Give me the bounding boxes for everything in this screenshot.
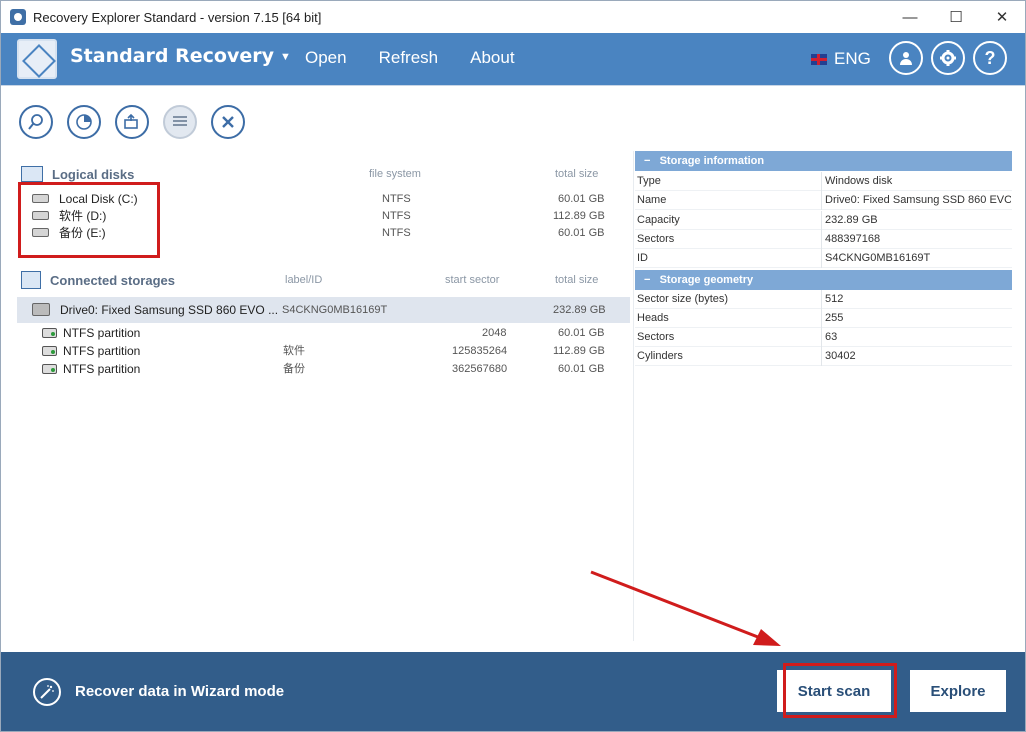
col-total-size: total size [555, 168, 599, 180]
col-total-size: total size [555, 274, 599, 286]
explore-button[interactable]: Explore [910, 670, 1006, 712]
col-label-id: label/ID [285, 274, 323, 286]
partition-size: 112.89 GB [553, 345, 605, 357]
toolbar [1, 85, 1025, 145]
storage-information-header[interactable]: − Storage information [635, 151, 1012, 171]
disk-size: 60.01 GB [558, 193, 605, 205]
partition-size: 60.01 GB [558, 363, 605, 375]
partition-name: NTFS partition [63, 344, 141, 358]
nav-refresh[interactable]: Refresh [379, 48, 439, 68]
partition-name: NTFS partition [63, 326, 141, 340]
partition-label: 备份 [283, 363, 305, 375]
pie-chart-icon[interactable] [67, 105, 101, 139]
disk-size: 60.01 GB [558, 227, 605, 239]
logo-icon [17, 39, 57, 79]
partition-row[interactable]: NTFS partition [42, 342, 140, 360]
close-icon[interactable] [211, 105, 245, 139]
partition-size: 60.01 GB [558, 327, 605, 339]
search-icon[interactable] [19, 105, 53, 139]
list-icon[interactable] [163, 105, 197, 139]
close-icon[interactable]: ✕ [979, 1, 1025, 33]
scan-icon[interactable] [115, 105, 149, 139]
monitor-icon [21, 166, 43, 182]
property-row: Type Windows disk [635, 172, 1012, 191]
language-label: ENG [834, 49, 871, 68]
window-title: Recovery Explorer Standard - version 7.1… [33, 9, 322, 25]
property-row: Sectors 488397168 [635, 230, 1012, 249]
partition-start-sector: 362567680 [452, 363, 508, 375]
property-row: Sectors 63 [635, 328, 1012, 347]
gear-icon[interactable] [931, 41, 965, 75]
partition-icon [42, 327, 57, 338]
connected-storages-header: Connected storages [21, 271, 175, 289]
property-row: Cylinders 30402 [635, 347, 1012, 366]
disk-fs: NTFS [382, 210, 411, 222]
disk-size: 112.89 GB [553, 210, 605, 222]
brand-title: Standard Recovery [70, 45, 274, 67]
drive-id: S4CKNG0MB16169T [282, 304, 388, 316]
help-icon[interactable]: ? [973, 41, 1007, 75]
main-nav: Open Refresh About [305, 48, 515, 68]
minimize-icon[interactable]: — [887, 1, 933, 33]
title-bar: Recovery Explorer Standard - version 7.1… [1, 1, 1025, 33]
partition-icon [42, 363, 57, 374]
property-row: Capacity 232.89 GB [635, 211, 1012, 230]
col-file-system: file system [369, 168, 421, 180]
drive-item[interactable]: Drive0: Fixed Samsung SSD 860 EVO ... [32, 301, 278, 319]
nav-open[interactable]: Open [305, 48, 347, 68]
storage-geometry-header[interactable]: − Storage geometry [635, 270, 1012, 290]
properties-panel: − Storage information Type Windows disk N… [633, 151, 1012, 641]
connected-storages-title: Connected storages [50, 272, 175, 288]
app-window: Recovery Explorer Standard - version 7.1… [0, 0, 1026, 732]
window-controls: — ☐ ✕ [887, 1, 1025, 33]
partition-start-sector: 125835264 [452, 345, 508, 357]
maximize-icon[interactable]: ☐ [933, 1, 979, 33]
drive-name: Drive0: Fixed Samsung SSD 860 EVO ... [60, 303, 279, 317]
property-row: ID S4CKNG0MB16169T [635, 249, 1012, 268]
partition-row[interactable]: NTFS partition [42, 324, 140, 342]
user-icon[interactable] [889, 41, 923, 75]
partition-row[interactable]: NTFS partition [42, 360, 140, 378]
partition-name: NTFS partition [63, 362, 141, 376]
property-row: Sector size (bytes) 512 [635, 290, 1012, 309]
storage-icon [21, 271, 41, 289]
annotation-highlight [18, 182, 160, 258]
col-start-sector: start sector [445, 274, 500, 286]
partition-label: 软件 [283, 345, 305, 357]
partition-start-sector: 2048 [482, 327, 507, 339]
uk-flag-icon [811, 53, 827, 65]
property-row: Name Drive0: Fixed Samsung SSD 860 EVO 2 [635, 191, 1012, 210]
menu-caret-icon[interactable]: ▼ [280, 51, 291, 63]
drive-icon [32, 303, 50, 317]
nav-about[interactable]: About [470, 48, 514, 68]
logical-disks-header: Logical disks [21, 165, 134, 183]
partition-icon [42, 345, 57, 356]
property-row: Heads 255 [635, 309, 1012, 328]
annotation-highlight [783, 663, 897, 718]
wizard-mode-link[interactable]: Recover data in Wizard mode [75, 683, 284, 700]
disk-fs: NTFS [382, 193, 411, 205]
wizard-icon[interactable] [33, 678, 61, 706]
app-icon [10, 9, 26, 25]
disk-fs: NTFS [382, 227, 411, 239]
drive-size: 232.89 GB [553, 304, 606, 316]
language-selector[interactable]: ENG [811, 49, 871, 69]
logical-disks-title: Logical disks [52, 166, 135, 182]
app-header: Standard Recovery ▼ Open Refresh About E… [1, 33, 1025, 85]
